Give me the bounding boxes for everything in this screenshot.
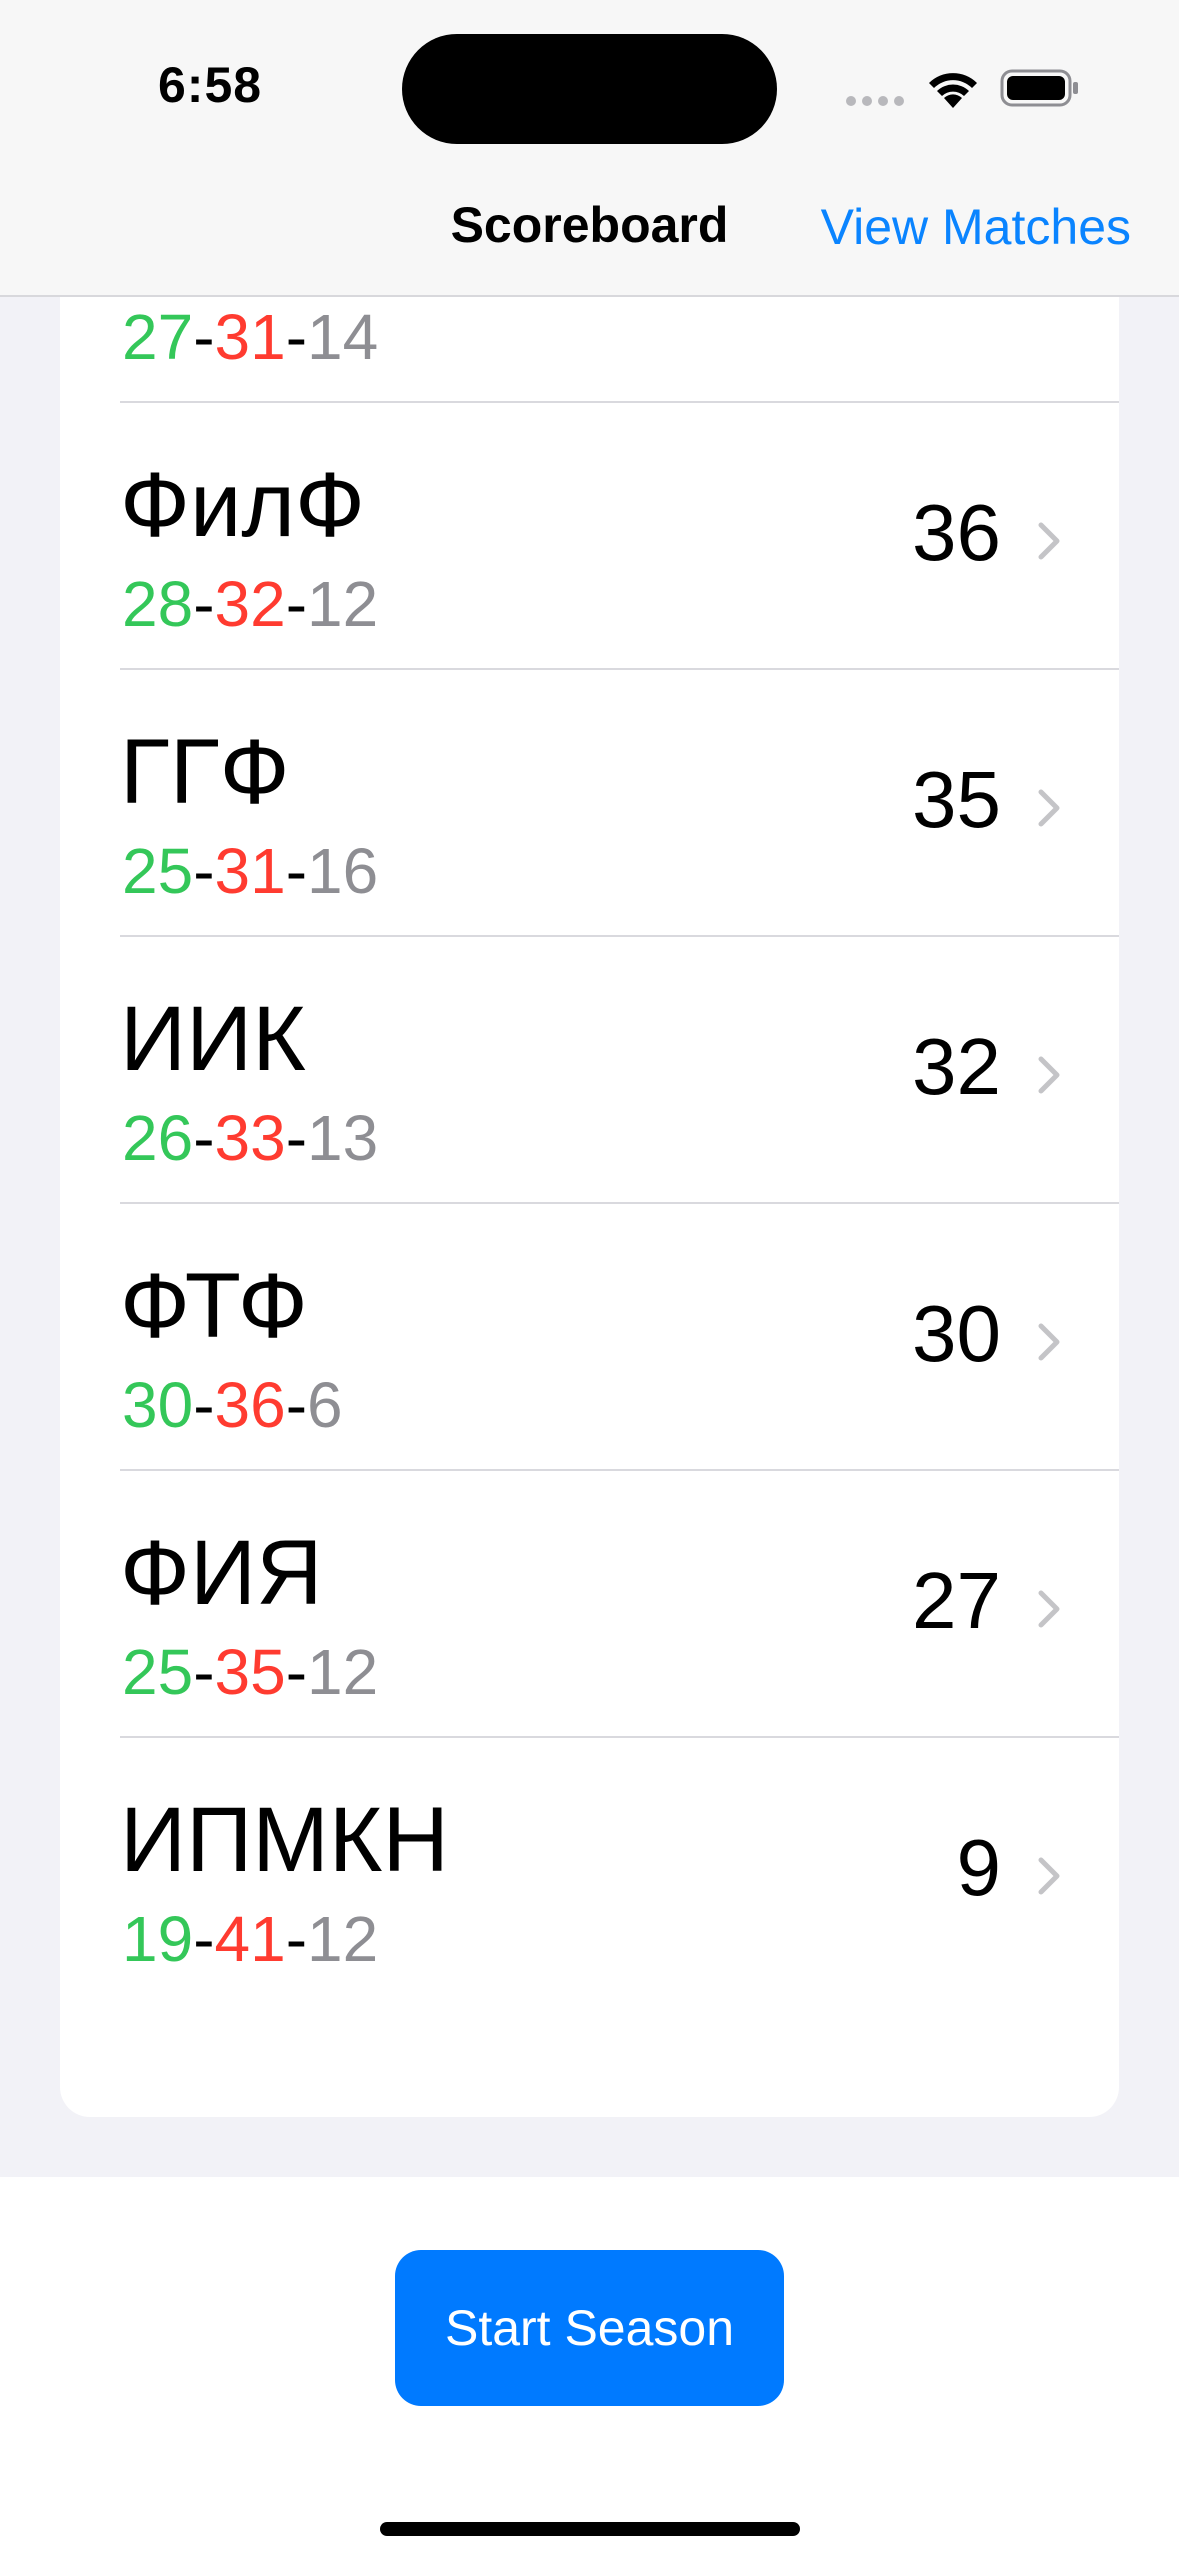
record-draws: 12 [307,1636,379,1708]
team-name: ФИЯ [120,1522,323,1624]
view-matches-button[interactable]: View Matches [821,198,1131,256]
team-row[interactable]: ФТФ 30-36-6 30 [60,1204,1119,1471]
record-separator: - [285,568,307,640]
wifi-icon [929,73,977,108]
team-name: ФилФ [120,454,365,556]
team-record: 30-36-6 [122,1368,343,1442]
chevron-right-icon [1038,1857,1060,1895]
team-points: 35 [912,755,1001,844]
team-row[interactable]: ФИЯ 25-35-12 27 [60,1471,1119,1738]
team-points: 36 [912,488,1001,577]
team-row[interactable]: ИИК 26-33-13 32 [60,937,1119,1204]
record-losses: 31 [214,301,286,373]
record-losses: 32 [214,568,286,640]
start-season-button[interactable]: Start Season [395,2250,784,2406]
record-draws: 6 [307,1369,343,1441]
bottom-toolbar: Start Season [0,2177,1179,2556]
record-wins: 25 [122,1636,194,1708]
team-points: 32 [912,1022,1001,1111]
record-draws: 14 [307,301,379,373]
team-points: 9 [956,1823,1002,1912]
team-record: 25-35-12 [122,1635,378,1709]
team-name: ИИК [120,988,306,1090]
team-record: 25-31-16 [122,834,378,908]
chevron-right-icon [1038,1056,1060,1094]
record-separator: - [285,1369,307,1441]
scoreboard-screen: 6:58 Scoreboard View Matches ФП27-31-143… [0,0,1179,2556]
record-losses: 33 [214,1102,286,1174]
record-separator: - [285,1903,307,1975]
team-points: 30 [912,1289,1001,1378]
team-points: 27 [912,1556,1001,1645]
team-record: 26-33-13 [122,1101,378,1175]
team-row[interactable]: ФилФ 28-32-12 36 [60,403,1119,670]
record-wins: 25 [122,835,194,907]
record-separator: - [193,1369,215,1441]
chevron-right-icon [1038,522,1060,560]
status-time: 6:58 [158,57,263,113]
record-separator: - [193,301,215,373]
record-separator: - [193,1636,215,1708]
record-losses: 35 [214,1636,286,1708]
record-separator: - [193,1102,215,1174]
record-losses: 36 [214,1369,286,1441]
chevron-right-icon [1038,1590,1060,1628]
team-name: ГГФ [120,721,290,823]
record-separator: - [193,1903,215,1975]
team-record: 28-32-12 [122,567,378,641]
chevron-right-icon [1038,789,1060,827]
record-separator: - [193,835,215,907]
team-name: ИПМКН [120,1789,449,1891]
home-indicator [380,2522,800,2536]
record-draws: 12 [307,568,379,640]
record-separator: - [285,301,307,373]
battery-icon [1000,69,1078,107]
record-draws: 12 [307,1903,379,1975]
record-separator: - [285,835,307,907]
record-separator: - [285,1636,307,1708]
dynamic-island [402,34,777,144]
team-row[interactable]: ГГФ 25-31-16 35 [60,670,1119,937]
record-losses: 31 [214,835,286,907]
record-wins: 26 [122,1102,194,1174]
record-wins: 30 [122,1369,194,1441]
record-wins: 27 [122,301,194,373]
team-name: ФТФ [120,1255,308,1357]
chevron-right-icon [1038,1323,1060,1361]
team-record: 19-41-12 [122,1902,378,1976]
standings-list: ФП27-31-1437ФилФ28-32-1236ГГФ25-31-1635И… [60,240,1119,2117]
record-draws: 13 [307,1102,379,1174]
navigation-bar: 6:58 Scoreboard View Matches [0,0,1179,297]
team-record: 27-31-14 [122,300,378,374]
record-separator: - [193,568,215,640]
record-separator: - [285,1102,307,1174]
record-wins: 28 [122,568,194,640]
record-losses: 41 [214,1903,286,1975]
record-wins: 19 [122,1903,194,1975]
record-draws: 16 [307,835,379,907]
team-row[interactable]: ИПМКН 19-41-12 9 [60,1738,1119,2005]
cellular-signal-icon [846,96,904,106]
